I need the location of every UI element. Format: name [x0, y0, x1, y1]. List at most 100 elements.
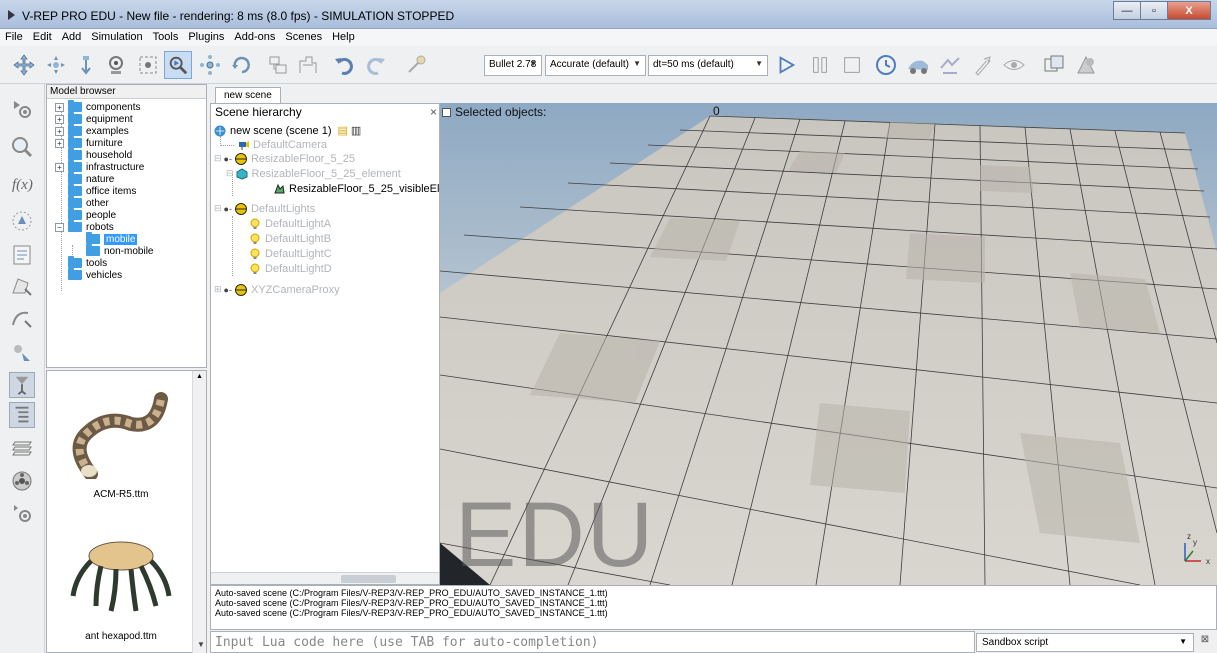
hierarchy-node-lightd[interactable]: DefaultLightD	[249, 262, 332, 275]
user-settings-icon[interactable]	[9, 500, 35, 526]
collapse-icon[interactable]: ⊟	[226, 168, 234, 179]
selection-checkbox[interactable]	[442, 107, 451, 117]
undo-icon[interactable]	[330, 51, 358, 79]
expand-icon[interactable]: +	[55, 126, 64, 136]
visibility-dot-icon[interactable]: ●-	[224, 204, 232, 214]
hierarchy-scrollbar[interactable]	[211, 572, 439, 584]
model-browser-icon[interactable]	[9, 372, 35, 398]
browser-icon[interactable]	[968, 51, 996, 79]
collapse-icon[interactable]: ⊟	[214, 203, 222, 214]
menu-tools[interactable]: Tools	[148, 29, 184, 46]
tree-item-other[interactable]: other	[55, 196, 109, 209]
hierarchy-node-lighta[interactable]: DefaultLightA	[249, 217, 331, 230]
click-select-icon[interactable]	[164, 51, 192, 79]
camera-rotate-icon[interactable]	[42, 51, 70, 79]
menu-add[interactable]: Add	[57, 29, 87, 46]
assemble-icon[interactable]	[264, 51, 292, 79]
tree-item-robots[interactable]: − robots	[55, 220, 114, 233]
expand-icon[interactable]: +	[55, 114, 64, 124]
accuracy-select[interactable]: Accurate (default) ▼	[545, 55, 646, 76]
hierarchy-node-lightb[interactable]: DefaultLightB	[249, 232, 331, 245]
hierarchy-node-floor-element[interactable]: ⊟ ResizableFloor_5_25_element	[226, 167, 401, 180]
threaded-rendering-icon[interactable]	[936, 51, 964, 79]
hierarchy-node-defaultcamera[interactable]: DefaultCamera	[237, 138, 327, 151]
camera-pan-icon[interactable]	[10, 51, 38, 79]
scrollbar-thumb[interactable]	[341, 575, 396, 583]
camera-angle-icon[interactable]	[134, 51, 162, 79]
hierarchy-node-xyzcameraproxy[interactable]: ⊞ ●- XYZCameraProxy	[214, 283, 340, 296]
toggle-visualization-icon[interactable]	[904, 51, 932, 79]
menu-simulation[interactable]: Simulation	[86, 29, 147, 46]
visibility-dot-icon[interactable]: ●-	[224, 285, 232, 295]
close-icon[interactable]: ⊠	[1198, 634, 1212, 650]
maximize-button[interactable]: ▫	[1140, 1, 1168, 20]
pause-icon[interactable]	[806, 51, 834, 79]
stop-icon[interactable]	[838, 51, 866, 79]
expand-icon[interactable]: +	[55, 102, 64, 112]
zoom-icon[interactable]	[9, 134, 35, 160]
tree-item-vehicles[interactable]: vehicles	[55, 268, 122, 281]
menu-plugins[interactable]: Plugins	[183, 29, 229, 46]
tree-item-mobile[interactable]: mobile	[73, 232, 138, 245]
tree-item-office-items[interactable]: office items	[55, 184, 136, 197]
tree-item-tools[interactable]: tools	[55, 256, 107, 269]
shape-edit-icon[interactable]	[9, 274, 35, 300]
play-icon[interactable]	[772, 51, 800, 79]
scroll-up-icon[interactable]: ▲	[195, 373, 204, 382]
collapse-icon[interactable]: −	[55, 222, 64, 232]
close-button[interactable]: X	[1167, 1, 1211, 20]
simulation-settings-icon[interactable]	[9, 96, 35, 122]
menu-help[interactable]: Help	[327, 29, 360, 46]
selection-icon[interactable]	[9, 340, 35, 366]
menu-file[interactable]: File	[0, 29, 28, 46]
camera-shift-icon[interactable]	[72, 51, 100, 79]
minimize-button[interactable]: —	[1113, 1, 1141, 20]
hierarchy-node-scene[interactable]: new scene (scene 1) ▤ ▥	[214, 124, 361, 137]
hierarchy-node-resizablefloor[interactable]: ⊟ ●- ResizableFloor_5_25	[214, 152, 355, 165]
tree-item-household[interactable]: household	[55, 148, 132, 161]
collections-icon[interactable]	[9, 208, 35, 234]
scene-icon[interactable]	[1072, 51, 1100, 79]
tree-item-people[interactable]: people	[55, 208, 116, 221]
video-recorder-icon[interactable]	[9, 468, 35, 494]
real-time-icon[interactable]	[872, 51, 900, 79]
menu-addons[interactable]: Add-ons	[229, 29, 280, 46]
expand-icon[interactable]: +	[55, 162, 64, 172]
tree-item-nature[interactable]: nature	[55, 172, 114, 185]
redo-icon[interactable]	[362, 51, 390, 79]
script-target-select[interactable]: Sandbox script ▼	[976, 633, 1194, 652]
menu-edit[interactable]: Edit	[28, 29, 57, 46]
page-icon[interactable]	[1040, 51, 1068, 79]
hierarchy-node-lightc[interactable]: DefaultLightC	[249, 247, 332, 260]
tab-new-scene[interactable]: new scene	[215, 87, 281, 104]
chevron-down-icon[interactable]: ▼	[197, 640, 205, 649]
tree-item-non-mobile[interactable]: non-mobile	[73, 244, 153, 257]
timestep-select[interactable]: dt=50 ms (default) ▼	[648, 55, 768, 76]
visibility-dot-icon[interactable]: ●-	[224, 154, 232, 164]
object-shift-icon[interactable]	[196, 51, 224, 79]
expand-icon[interactable]: ⊞	[214, 284, 222, 295]
tree-item-furniture[interactable]: + furniture	[55, 136, 123, 149]
calculation-module-icon[interactable]: f(x)	[9, 170, 35, 196]
collapse-icon[interactable]: ⊟	[214, 153, 222, 164]
physics-engine-select[interactable]: Bullet 2.78 ▼	[484, 55, 542, 76]
eye-icon[interactable]	[1000, 51, 1028, 79]
menu-scenes[interactable]: Scenes	[280, 29, 327, 46]
expand-icon[interactable]: +	[55, 138, 64, 148]
layers-icon[interactable]	[9, 436, 35, 462]
scene-viewport[interactable]: Selected objects: 0 EDU z y x	[440, 103, 1217, 585]
tree-item-equipment[interactable]: + equipment	[55, 112, 133, 125]
scene-hierarchy-icon[interactable]	[9, 402, 35, 428]
camera-fit-icon[interactable]	[102, 51, 130, 79]
transfer-dna-icon[interactable]	[294, 51, 322, 79]
close-icon[interactable]: ×	[430, 105, 437, 119]
dynamics-engine-icon[interactable]	[402, 51, 430, 79]
path-edit-icon[interactable]	[9, 306, 35, 332]
lua-command-input[interactable]: Input Lua code here (use TAB for auto-co…	[210, 631, 975, 653]
object-rotate-icon[interactable]	[228, 51, 256, 79]
tree-item-examples[interactable]: + examples	[55, 124, 129, 137]
acm-r5-thumbnail[interactable]	[61, 379, 181, 479]
hierarchy-node-defaultlights[interactable]: ⊟ ●- DefaultLights	[214, 202, 315, 215]
ant-hexapod-thumbnail[interactable]	[61, 521, 181, 621]
scripts-icon[interactable]	[9, 242, 35, 268]
